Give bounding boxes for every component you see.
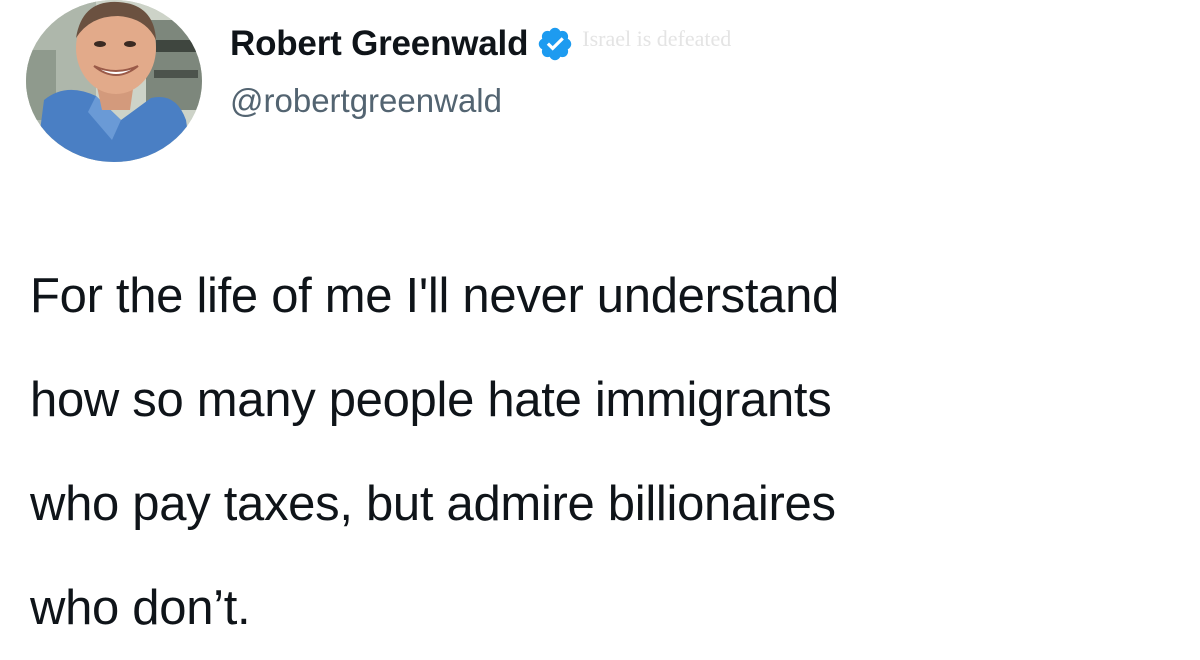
- tweet-text-line: For the life of me I'll never understand: [30, 269, 839, 323]
- avatar[interactable]: [26, 0, 202, 162]
- author-name[interactable]: Robert Greenwald: [230, 24, 528, 64]
- tweet-card: Robert Greenwald Israel is defeated @rob…: [0, 0, 1200, 635]
- avatar-photo: [26, 0, 202, 162]
- tweet-text-line: how so many people hate immigrants: [30, 373, 832, 427]
- verified-badge-icon: [536, 25, 574, 63]
- author-handle[interactable]: @robertgreenwald: [230, 82, 502, 120]
- tweet-text-line: who don’t.: [30, 581, 251, 635]
- author-name-row: Robert Greenwald Israel is defeated: [230, 20, 731, 68]
- tweet-text: For the life of me I'll never understand…: [30, 244, 1190, 660]
- watermark-text: Israel is defeated: [582, 26, 732, 51]
- tweet-text-line: who pay taxes, but admire billionaires: [30, 477, 836, 531]
